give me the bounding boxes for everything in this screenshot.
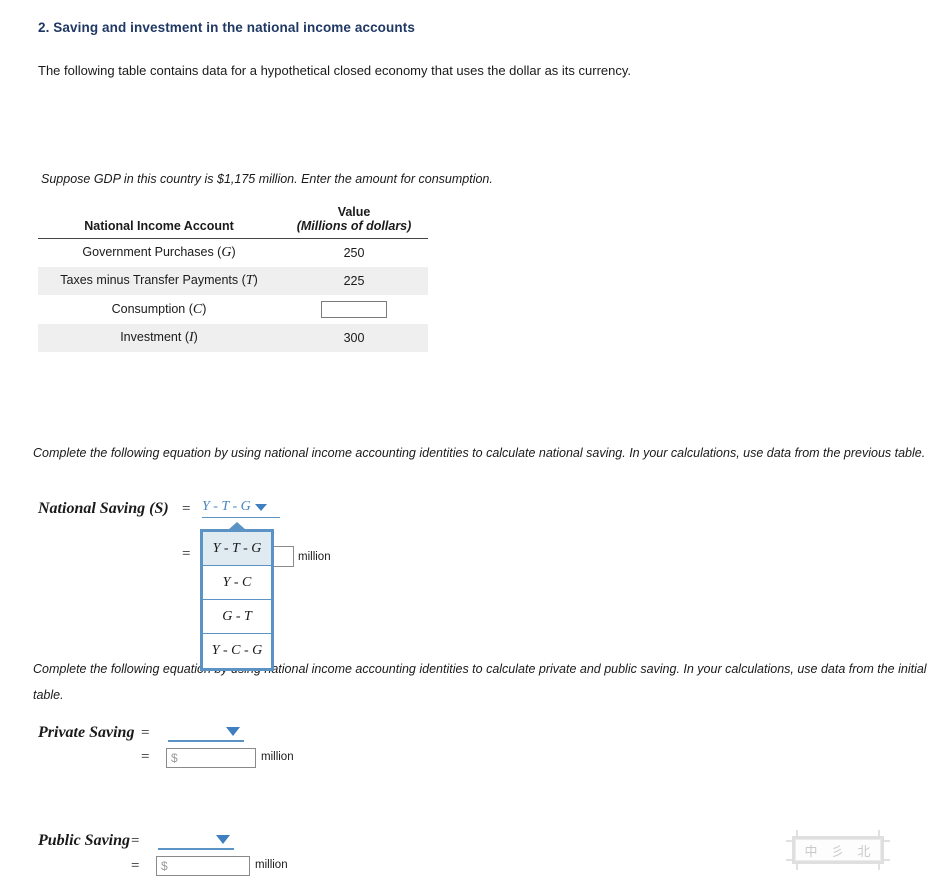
consumption-input[interactable] (321, 301, 388, 318)
row-label: Consumption (C) (111, 301, 207, 317)
public-saving-unit-label: million (255, 859, 288, 871)
national-saving-formula-select[interactable]: Y - T - G (202, 499, 280, 518)
national-saving-label: National Saving (S) (38, 500, 169, 517)
row-value: 225 (280, 267, 428, 295)
watermark-char: 中 (804, 844, 819, 860)
row-label-text: Consumption (111, 301, 186, 316)
private-saving-equals-2: = (141, 749, 150, 765)
row-symbol: I (188, 330, 194, 345)
row-value: 300 (280, 324, 428, 352)
intro-text: The following table contains data for a … (38, 63, 632, 78)
national-saving-selected-value: Y - T - G (202, 499, 251, 514)
chevron-down-icon (226, 727, 240, 736)
watermark-text: 中 彡 北 (792, 836, 884, 864)
public-saving-amount-input[interactable]: $ (156, 856, 250, 876)
table-row: Investment (I) 300 (38, 324, 428, 352)
national-saving-unit-label: million (298, 551, 331, 563)
row-label-text: Investment (120, 330, 182, 344)
watermark-char: 彡 (830, 844, 845, 860)
table-header-row: National Income Account Value (Millions … (38, 203, 428, 239)
row-label: Investment (I) (38, 324, 281, 352)
national-saving-equals-2: = (182, 546, 191, 562)
row-label-text: Taxes minus Transfer Payments (60, 273, 239, 287)
row-label: Government Purchases (G) (82, 245, 236, 260)
watermark-char: 北 (857, 844, 872, 860)
public-saving-equals-2: = (131, 858, 140, 874)
row-symbol: C (192, 301, 203, 317)
private-public-instruction: Complete the following equation by using… (33, 662, 927, 702)
row-label: Taxes minus Transfer Payments (T) (38, 267, 281, 295)
chevron-down-icon (216, 835, 230, 844)
public-saving-equals-1: = (131, 833, 140, 849)
table-row: Government Purchases (G) 250 (38, 239, 428, 268)
watermark-logo: 中 彡 北 (786, 830, 890, 870)
private-saving-label: Private Saving (38, 724, 135, 741)
row-symbol: T (245, 273, 254, 288)
private-saving-equals-1: = (141, 725, 150, 741)
private-saving-formula-select[interactable] (168, 723, 244, 742)
table-row: Consumption (C) (38, 295, 428, 324)
row-label-text: Government Purchases (82, 245, 214, 259)
dropdown-pointer-icon (228, 522, 246, 530)
public-saving-label: Public Saving (38, 832, 131, 849)
national-saving-instruction: Complete the following equation by using… (33, 446, 926, 460)
header-value-line1: Value (337, 205, 371, 219)
dropdown-option[interactable]: Y - T - G (203, 532, 271, 566)
header-account: National Income Account (38, 203, 281, 239)
page-title: 2. Saving and investment in the national… (38, 20, 415, 35)
national-saving-equals-1: = (182, 501, 191, 517)
chevron-down-icon (254, 503, 267, 511)
row-value: 250 (343, 246, 365, 260)
header-value-line2: (Millions of dollars) (296, 219, 412, 233)
private-saving-unit-label: million (261, 751, 294, 763)
dropdown-option[interactable]: G - T (203, 600, 271, 634)
dropdown-option[interactable]: Y - C (203, 566, 271, 600)
header-value: Value (Millions of dollars) (280, 203, 428, 239)
dropdown-option[interactable]: Y - C - G (203, 634, 271, 668)
worksheet-page: 2. Saving and investment in the national… (0, 0, 940, 881)
public-saving-formula-select[interactable] (158, 831, 234, 850)
row-symbol: G (221, 245, 232, 260)
suppose-text: Suppose GDP in this country is $1,175 mi… (41, 172, 493, 186)
row-value (280, 295, 428, 324)
private-saving-amount-input[interactable]: $ (166, 748, 256, 768)
national-saving-dropdown-menu[interactable]: Y - T - G Y - C G - T Y - C - G (200, 529, 274, 671)
national-income-table: National Income Account Value (Millions … (38, 203, 428, 352)
table-row: Taxes minus Transfer Payments (T) 225 (38, 267, 428, 295)
